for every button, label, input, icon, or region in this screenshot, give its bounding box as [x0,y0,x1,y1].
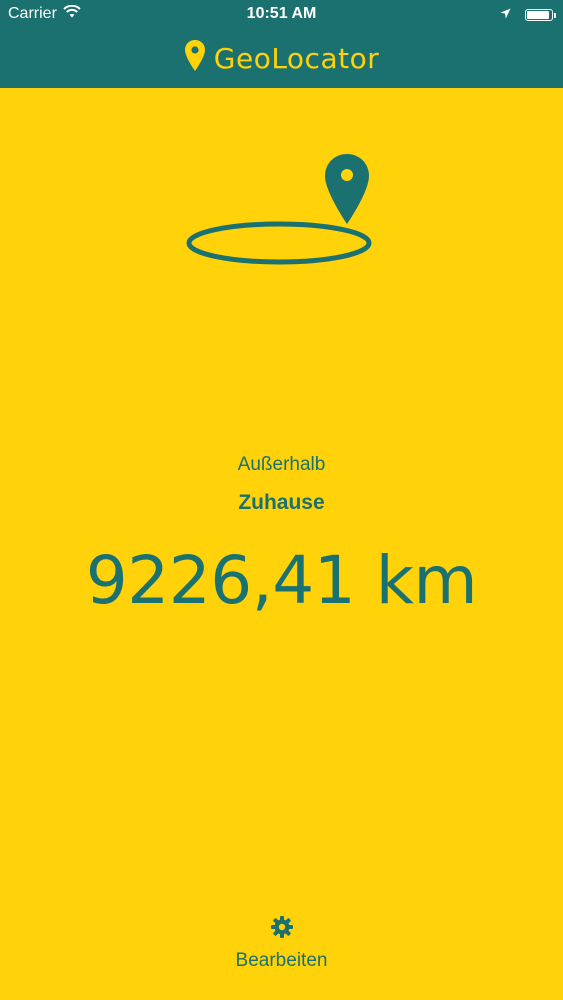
place-name: Zuhause [238,491,325,514]
app-header: Carrier 10:51 AM GeoLocator [0,0,563,88]
edit-button-label: Bearbeiten [235,950,328,971]
status-bar: Carrier 10:51 AM [0,0,563,30]
geofence-status-label: Außerhalb [237,454,326,475]
map-pin-icon [184,39,206,78]
geofence-pin-icon [185,150,377,270]
status-right [500,6,556,24]
nav-title: GeoLocator [213,41,380,75]
distance-value: 9226,41 km [85,542,478,619]
battery-level [527,11,549,19]
nav-title-group: GeoLocator [0,36,563,80]
gear-icon [270,915,294,944]
location-arrow-icon [500,6,511,24]
edit-button[interactable]: Bearbeiten [200,915,363,979]
status-time: 10:51 AM [246,5,317,22]
battery-icon [525,9,556,21]
